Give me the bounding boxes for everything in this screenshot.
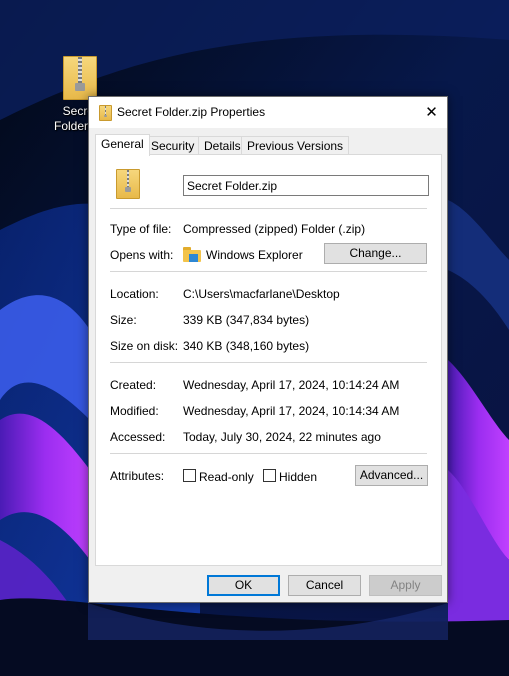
zip-folder-icon [99,105,112,121]
readonly-checkbox[interactable] [183,469,196,482]
attributes-label: Attributes: [110,469,165,483]
size-label: Size: [110,313,137,327]
zip-folder-icon [116,169,140,199]
size-on-disk-label: Size on disk: [110,339,179,353]
readonly-label[interactable]: Read-only [199,470,254,484]
title-bar[interactable]: Secret Folder.zip Properties ✕ [89,97,447,128]
created-value: Wednesday, April 17, 2024, 10:14:24 AM [183,378,400,392]
properties-dialog: Secret Folder.zip Properties ✕ General S… [88,96,448,603]
accessed-value: Today, July 30, 2024, 22 minutes ago [183,430,381,444]
apply-button[interactable]: Apply [369,575,442,596]
separator [110,208,427,209]
location-label: Location: [110,287,159,301]
general-tab-panel: Type of file: Compressed (zipped) Folder… [95,154,442,566]
file-explorer-icon [183,247,201,262]
advanced-button[interactable]: Advanced... [355,465,428,486]
modified-value: Wednesday, April 17, 2024, 10:14:34 AM [183,404,400,418]
size-value: 339 KB (347,834 bytes) [183,313,310,327]
accessed-label: Accessed: [110,430,166,444]
tab-details[interactable]: Details [198,136,247,154]
separator [110,453,427,454]
type-value: Compressed (zipped) Folder (.zip) [183,222,366,236]
close-icon[interactable]: ✕ [416,97,447,128]
tab-security[interactable]: Security [145,136,201,154]
type-label: Type of file: [110,222,172,236]
tab-previous-versions[interactable]: Previous Versions [241,136,350,154]
hidden-checkbox[interactable] [263,469,276,482]
opens-with-value: Windows Explorer [206,248,303,262]
cancel-button[interactable]: Cancel [288,575,361,596]
separator [110,271,427,272]
location-value: C:\Users\macfarlane\Desktop [183,287,340,301]
modified-label: Modified: [110,404,159,418]
size-on-disk-value: 340 KB (348,160 bytes) [183,339,310,353]
tab-general[interactable]: General [95,134,150,156]
file-name-input[interactable] [183,175,429,196]
change-button[interactable]: Change... [324,243,427,264]
opens-with-label: Opens with: [110,248,174,262]
created-label: Created: [110,378,157,392]
zip-folder-icon [63,56,97,100]
dialog-title: Secret Folder.zip Properties [117,105,266,119]
ok-button[interactable]: OK [207,575,280,596]
separator [110,362,427,363]
hidden-label[interactable]: Hidden [279,470,317,484]
